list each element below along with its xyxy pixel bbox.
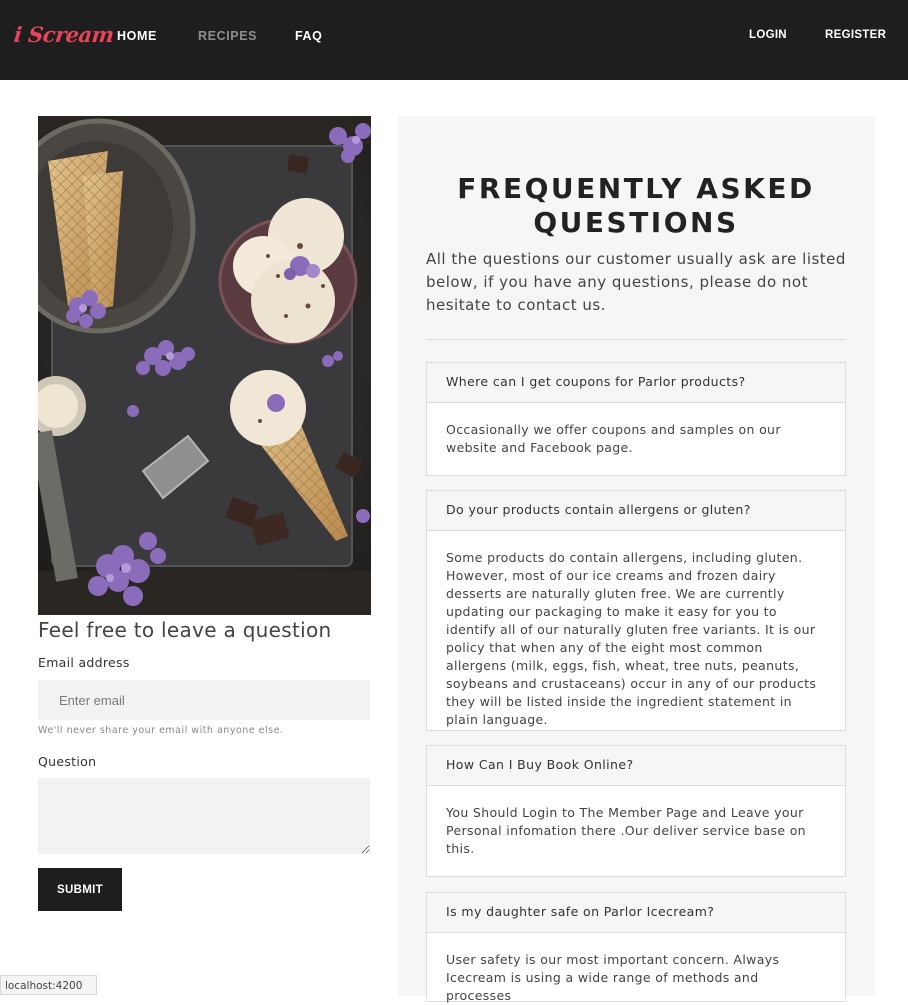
faq-question[interactable]: Is my daughter safe on Parlor Icecream? — [427, 893, 845, 933]
faq-title: FREQUENTLY ASKED QUESTIONS — [457, 172, 815, 239]
faq-card: Where can I get coupons for Parlor produ… — [426, 362, 846, 476]
nav-faq-link[interactable]: FAQ — [295, 29, 323, 43]
status-bar-url: localhost:4200 — [0, 975, 97, 995]
email-help-text: We'll never share your email with anyone… — [38, 725, 284, 736]
faq-answer: You Should Login to The Member Page and … — [446, 805, 806, 856]
faq-card: Is my daughter safe on Parlor Icecream? … — [426, 892, 846, 1003]
top-navbar: i Scream HOME RECIPES FAQ LOGIN REGISTER — [0, 0, 908, 80]
question-label: Question — [38, 754, 97, 769]
faq-question[interactable]: Do your products contain allergens or gl… — [427, 491, 845, 531]
nav-login-link[interactable]: LOGIN — [749, 29, 787, 41]
nav-home-link[interactable]: HOME — [117, 29, 157, 43]
faq-divider — [426, 339, 846, 340]
question-textarea[interactable] — [38, 778, 370, 854]
brand-logo[interactable]: i Scream — [13, 22, 115, 47]
faq-intro: All the questions our customer usually a… — [426, 250, 846, 314]
question-form-title: Feel free to leave a question — [38, 618, 332, 642]
faq-card: Do your products contain allergens or gl… — [426, 490, 846, 731]
faq-answer: Occasionally we offer coupons and sample… — [446, 422, 781, 455]
faq-answer: Some products do contain allergens, incl… — [446, 550, 817, 727]
email-input[interactable] — [38, 680, 370, 720]
faq-question[interactable]: How Can I Buy Book Online? — [427, 746, 845, 786]
faq-answer: User safety is our most important concer… — [446, 952, 780, 1003]
ice-cream-photo — [38, 116, 371, 615]
nav-recipes-link[interactable]: RECIPES — [198, 29, 257, 43]
nav-register-link[interactable]: REGISTER — [825, 29, 886, 41]
faq-question[interactable]: Where can I get coupons for Parlor produ… — [427, 363, 845, 403]
faq-card: How Can I Buy Book Online? You Should Lo… — [426, 745, 846, 877]
submit-button[interactable]: SUBMIT — [38, 868, 122, 911]
email-label: Email address — [38, 655, 130, 670]
